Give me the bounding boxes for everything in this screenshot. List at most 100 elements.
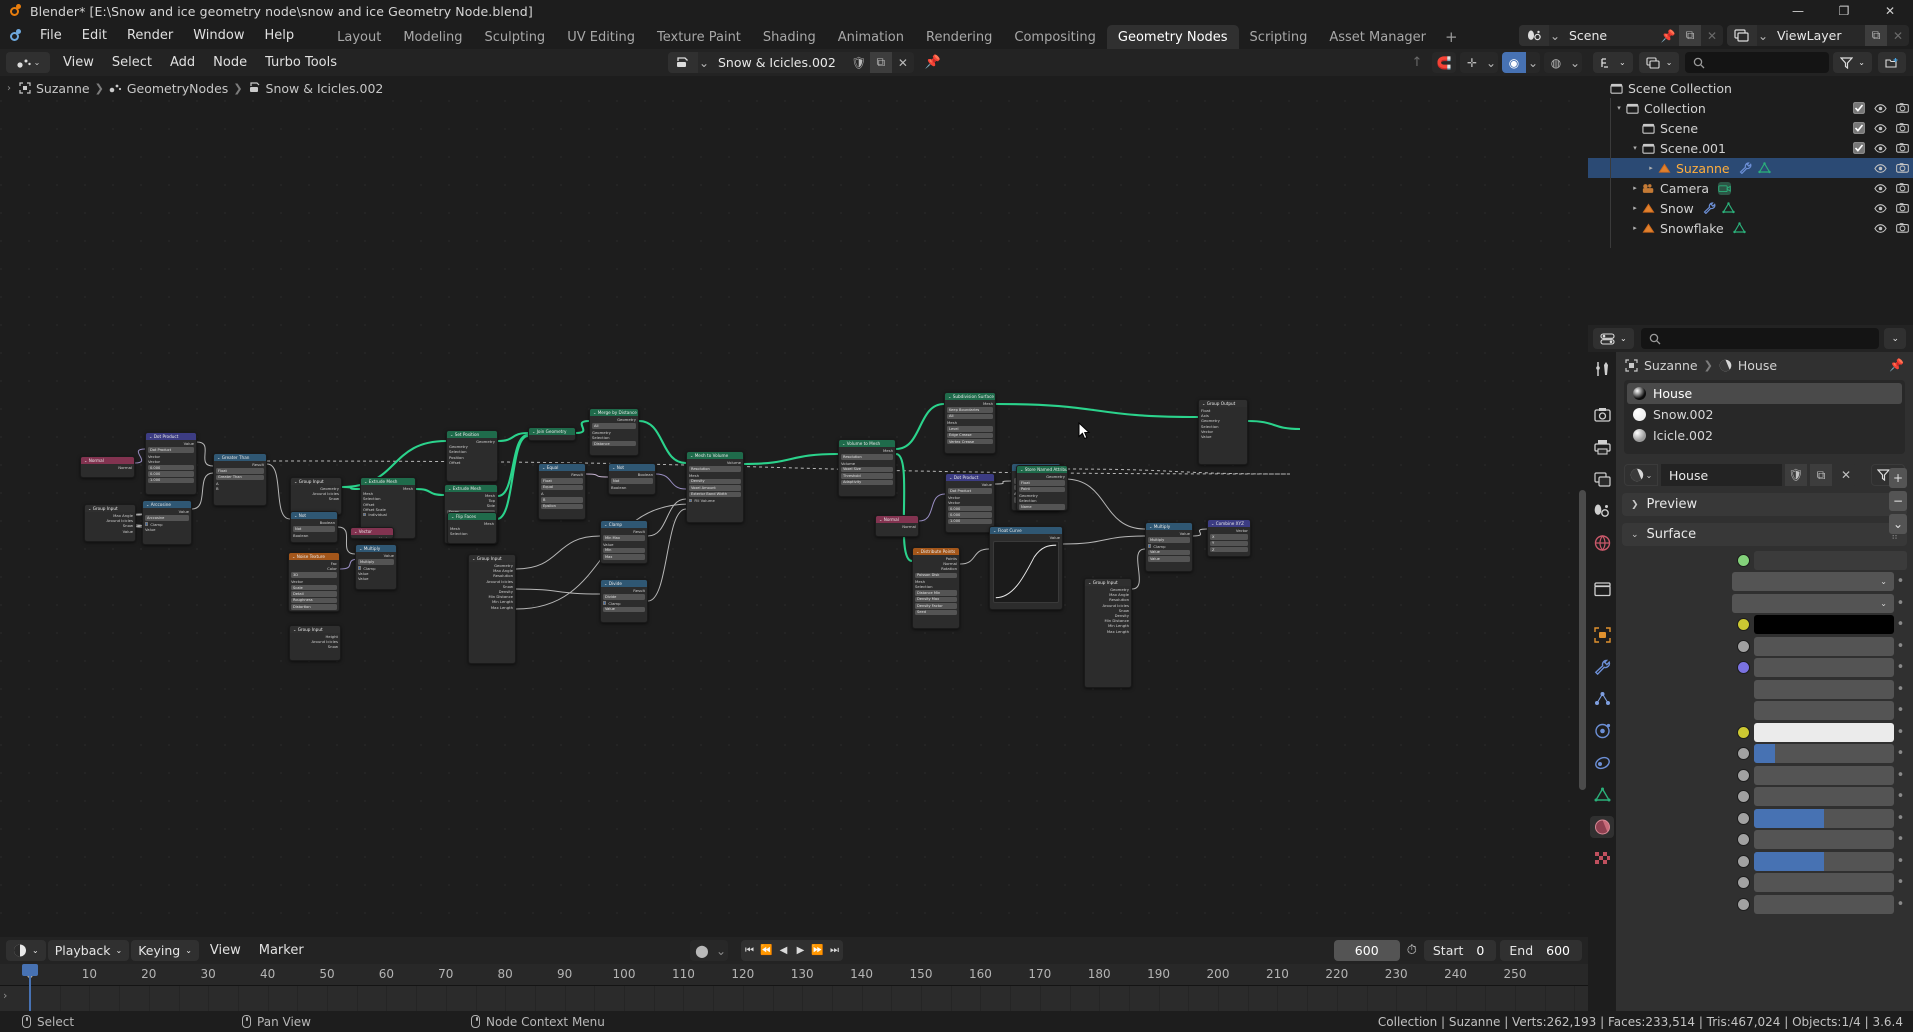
properties-tab-physics[interactable] bbox=[1590, 720, 1614, 742]
socket-indicator[interactable] bbox=[1732, 615, 1754, 634]
property-value[interactable] bbox=[1754, 679, 1894, 699]
node-widget[interactable]: 1.000 bbox=[148, 477, 194, 484]
node-noise-texture[interactable]: ⌄ Noise Texture Fac Color 3D Vector Scale Deta… bbox=[288, 552, 340, 612]
node-header[interactable]: ⌄ Subdivision Surface bbox=[945, 393, 995, 400]
property-slider[interactable] bbox=[1754, 787, 1894, 806]
node-set-position[interactable]: ⌄ Set Position Geometry Geometry Selection P… bbox=[446, 430, 498, 482]
node-widget[interactable]: Float bbox=[1019, 480, 1065, 486]
properties-tab-object[interactable] bbox=[1590, 624, 1614, 646]
curve-widget[interactable] bbox=[993, 541, 1059, 604]
node-header[interactable]: ⌄ Merge by Distance bbox=[590, 409, 638, 416]
node-widget[interactable]: Density Max bbox=[915, 596, 957, 603]
breadcrumb-item-object[interactable]: Suzanne bbox=[19, 81, 90, 96]
workspace-tab-animation[interactable]: Animation bbox=[827, 25, 915, 49]
properties-tab-texture[interactable] bbox=[1590, 848, 1614, 870]
hide-in-viewport-icon[interactable] bbox=[1874, 102, 1887, 115]
node-widget[interactable]: Resolution bbox=[841, 454, 893, 460]
node-widget[interactable]: Poisson Disk bbox=[915, 572, 957, 578]
node-combine-xyz[interactable]: ⌄ Combine XYZ Vector X Y Z bbox=[1207, 519, 1251, 557]
auto-keying-timer-icon[interactable]: ⏱ bbox=[1407, 943, 1417, 958]
node-widget[interactable]: All bbox=[947, 413, 993, 419]
animate-property-dot[interactable]: • bbox=[1894, 682, 1907, 697]
node-distribute-points[interactable]: ⌄ Distribute Points Points Normal Rotation P… bbox=[912, 547, 960, 629]
outliner-row-scene-001[interactable]: ▾ Scene.001 bbox=[1588, 138, 1913, 158]
outliner-row-scene[interactable]: Scene bbox=[1588, 118, 1913, 138]
preview-panel-header[interactable]: ❯ Preview ⣿ bbox=[1622, 493, 1907, 516]
exclude-checkbox[interactable] bbox=[1852, 122, 1865, 135]
new-scene-icon[interactable]: ⧉ bbox=[1679, 25, 1701, 46]
jump-end-button[interactable]: ⏭ bbox=[826, 940, 843, 961]
node-widget[interactable]: Distortion bbox=[291, 604, 337, 610]
timeline-sidebar-toggle-icon[interactable]: › bbox=[3, 989, 7, 1002]
node-header[interactable]: ⌄ Clamp bbox=[601, 521, 647, 528]
timeline-track[interactable] bbox=[0, 986, 1784, 1011]
outliner-filter-button[interactable]: ⌄ bbox=[1833, 52, 1872, 73]
node-header[interactable]: ⌄ Divide bbox=[601, 580, 647, 587]
node-header[interactable]: ⌄ Extrude Mesh bbox=[361, 478, 415, 485]
node-widget[interactable]: Exterior Band Width bbox=[689, 491, 741, 497]
expand-toggle-icon[interactable]: ▾ bbox=[1628, 144, 1642, 152]
property-slider[interactable] bbox=[1754, 873, 1894, 892]
node-header[interactable]: ⌄ Vector bbox=[351, 528, 393, 535]
properties-tab-view-layer[interactable] bbox=[1590, 468, 1614, 490]
keying-dropdown[interactable]: Keying ⌄ bbox=[131, 940, 199, 961]
outliner-tree[interactable]: Scene Collection ▾ Collection Scene ▾ Scene.0… bbox=[1588, 76, 1913, 325]
remove-material-slot-button[interactable]: − bbox=[1889, 491, 1907, 511]
add-material-slot-button[interactable]: + bbox=[1889, 468, 1907, 488]
node-widget[interactable]: Value bbox=[1148, 556, 1190, 562]
node-widget[interactable]: Min Max bbox=[603, 535, 645, 541]
workspace-tab-asset-manager[interactable]: Asset Manager bbox=[1318, 25, 1437, 49]
color-swatch[interactable] bbox=[1754, 615, 1894, 634]
node-widget[interactable]: Keep Boundaries bbox=[947, 407, 993, 413]
workspace-tab-geometry-nodes[interactable]: Geometry Nodes bbox=[1106, 25, 1239, 49]
node-widget[interactable]: Density Factor bbox=[915, 603, 957, 609]
timeline-marker-menu[interactable]: Marker bbox=[250, 937, 313, 964]
exclude-checkbox[interactable] bbox=[1852, 142, 1865, 155]
overlays-chevron-icon[interactable]: ⌄ bbox=[1568, 52, 1582, 73]
animate-property-dot[interactable]: • bbox=[1894, 811, 1907, 826]
mesh-data-icon[interactable] bbox=[1733, 222, 1746, 235]
node-widget[interactable]: Voxel Amount bbox=[689, 485, 741, 491]
workspace-tab-uv-editing[interactable]: UV Editing bbox=[556, 25, 646, 49]
proportional-chevron-icon[interactable]: ⌄ bbox=[1526, 52, 1540, 73]
animate-property-dot[interactable]: • bbox=[1894, 660, 1907, 675]
timeline-ruler[interactable]: 0102030405060708090100110120130140150160… bbox=[0, 964, 1588, 986]
disable-in-render-icon[interactable] bbox=[1896, 182, 1909, 195]
minimize-button[interactable]: — bbox=[1775, 0, 1821, 22]
mesh-data-icon[interactable] bbox=[1757, 162, 1771, 175]
node-header[interactable]: ⌄ Multiply bbox=[356, 545, 396, 552]
properties-breadcrumb-object[interactable]: Suzanne bbox=[1644, 358, 1698, 373]
disable-in-render-icon[interactable] bbox=[1896, 222, 1909, 235]
node-header[interactable]: ⌄ Dot Product bbox=[146, 433, 196, 440]
node-checkbox[interactable]: Fill Volume bbox=[689, 498, 741, 503]
animate-property-dot[interactable]: • bbox=[1894, 789, 1907, 804]
node-widget[interactable]: Equal bbox=[541, 484, 583, 490]
pin-nodetree-icon[interactable]: 📌 bbox=[925, 55, 941, 70]
animate-property-dot[interactable]: • bbox=[1894, 746, 1907, 761]
properties-tab-particles[interactable] bbox=[1590, 688, 1614, 710]
hide-in-viewport-icon[interactable] bbox=[1874, 122, 1887, 135]
node-header[interactable]: ⌄ Dot Product bbox=[946, 474, 994, 481]
properties-tab-material[interactable] bbox=[1590, 816, 1614, 838]
socket-indicator[interactable] bbox=[1732, 765, 1754, 785]
node-header[interactable]: ⌄ Not bbox=[291, 512, 337, 519]
node-group-output[interactable]: ⌄ Group Output Float Axis Geometry Selection… bbox=[1198, 399, 1248, 465]
disable-in-render-icon[interactable] bbox=[1896, 102, 1909, 115]
node-widget[interactable]: Seed bbox=[915, 609, 957, 615]
animate-property-dot[interactable]: • bbox=[1894, 875, 1907, 890]
snap-target-icon[interactable]: ✛ bbox=[1460, 52, 1484, 73]
record-keyframe-icon[interactable]: ⬤ bbox=[690, 940, 714, 961]
expand-toggle-icon[interactable]: ▸ bbox=[1644, 164, 1658, 172]
material-slot-icicle-002[interactable]: Icicle.002 bbox=[1627, 425, 1902, 446]
workspace-tab-compositing[interactable]: Compositing bbox=[1003, 25, 1107, 49]
disable-in-render-icon[interactable] bbox=[1896, 142, 1909, 155]
node-widget[interactable]: Not bbox=[611, 478, 653, 484]
current-frame-field[interactable]: 600 bbox=[1333, 940, 1400, 961]
properties-breadcrumb-material[interactable]: House bbox=[1738, 358, 1777, 373]
node-widget[interactable]: Scale bbox=[291, 584, 337, 591]
node-header[interactable]: ⌄ Multiply bbox=[1146, 523, 1192, 530]
editor-type-selector[interactable]: ⌄ bbox=[6, 52, 50, 73]
fake-user-shield-icon[interactable]: 🛡 bbox=[848, 52, 870, 73]
outliner-row-camera[interactable]: ▸ Camera bbox=[1588, 178, 1913, 198]
properties-options-button[interactable]: ⌄ bbox=[1884, 328, 1906, 349]
